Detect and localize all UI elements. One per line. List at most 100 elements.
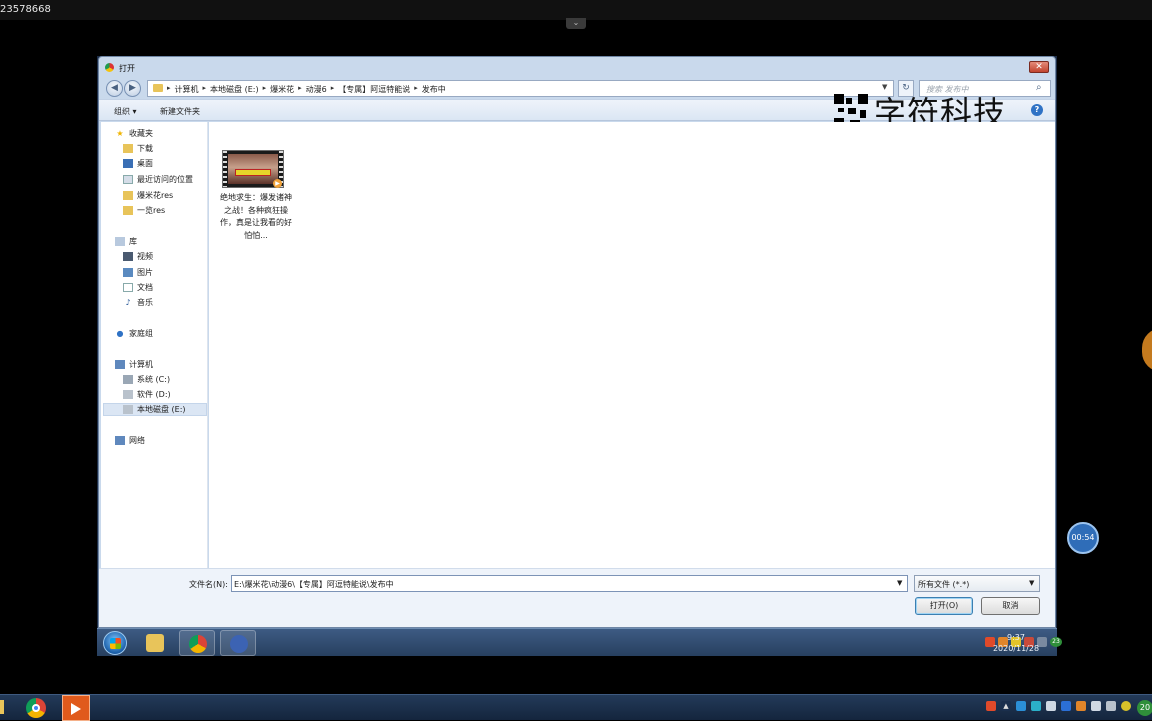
file-name-input[interactable]: E:\爆米花\动漫6\【专属】阿逗特能说\发布中 ▼ (231, 575, 908, 592)
expand-toolbar-icon[interactable]: ⌄ (566, 18, 586, 29)
tray-badge[interactable]: 23 (1050, 637, 1062, 647)
side-float-widget[interactable] (1142, 328, 1152, 372)
nav-desktop[interactable]: 桌面 (123, 157, 153, 170)
cancel-button[interactable]: 取消 (981, 597, 1040, 615)
nav-drive-e[interactable]: 本地磁盘 (E:) (103, 403, 207, 416)
explorer-icon (146, 634, 164, 652)
tray-app-icon[interactable] (1121, 701, 1131, 711)
file-name-value: E:\爆米花\动漫6\【专属】阿逗特能说\发布中 (234, 580, 394, 589)
clock-date: 2020/11/28 (992, 644, 1040, 653)
nav-computer[interactable]: 计算机 (115, 358, 153, 371)
nav-homegroup[interactable]: ● 家庭组 (115, 327, 154, 340)
nav-drive-e-label: 本地磁盘 (E:) (137, 405, 186, 414)
breadcrumb: ▸ 计算机 ▸ 本地磁盘 (E:) ▸ 爆米花 ▸ 动漫6 ▸ 【专属】阿逗特能… (167, 84, 446, 95)
folder-icon (153, 84, 163, 92)
help-icon[interactable]: ? (1031, 104, 1043, 116)
nav-libraries[interactable]: 库 (115, 235, 137, 248)
search-icon[interactable]: ⌕ (1036, 82, 1042, 93)
nav-recent[interactable]: 最近访问的位置 (123, 173, 193, 186)
tray-app-icon[interactable] (1091, 701, 1101, 711)
nav-yilan-res[interactable]: 一览res (123, 204, 165, 217)
homegroup-icon: ● (116, 329, 124, 338)
nav-pictures-label: 图片 (137, 268, 153, 277)
tray-expand-icon[interactable]: ▲ (1001, 701, 1011, 711)
nav-documents-label: 文档 (137, 283, 153, 292)
nav-pictures[interactable]: 图片 (123, 266, 153, 279)
network-icon (115, 436, 125, 445)
organize-menu[interactable]: 组织 ▾ (114, 106, 137, 117)
nav-videos-label: 视频 (137, 252, 153, 261)
sogou-input-icon[interactable] (986, 701, 996, 711)
documents-icon (123, 283, 133, 292)
address-bar[interactable]: ▸ 计算机 ▸ 本地磁盘 (E:) ▸ 爆米花 ▸ 动漫6 ▸ 【专属】阿逗特能… (147, 80, 894, 97)
breadcrumb-computer[interactable]: 计算机 (175, 84, 199, 95)
nav-drive-d[interactable]: 软件 (D:) (123, 388, 171, 401)
breadcrumb-popcorn[interactable]: 爆米花 (270, 84, 294, 95)
forward-button[interactable]: ▶ (124, 80, 141, 97)
taskbar-ub[interactable] (220, 630, 256, 656)
new-folder-button[interactable]: 新建文件夹 (160, 106, 200, 117)
nav-downloads-label: 下载 (137, 144, 153, 153)
nav-popcorn-res-label: 爆米花res (137, 191, 174, 200)
breadcrumb-drive-e[interactable]: 本地磁盘 (E:) (210, 84, 259, 95)
drive-e-icon (123, 405, 133, 414)
folder-icon (123, 191, 133, 200)
dialog-title: 打开 (119, 64, 135, 73)
chrome-icon[interactable] (26, 698, 46, 718)
dialog-title-bar[interactable]: 打开 ✕ (99, 57, 1055, 77)
folder-icon (123, 206, 133, 215)
file-type-select[interactable]: 所有文件 (*.*) ▼ (914, 575, 1040, 592)
volume-icon[interactable] (1106, 701, 1116, 711)
nav-documents[interactable]: 文档 (123, 281, 153, 294)
breadcrumb-exclusive[interactable]: 【专属】阿逗特能说 (338, 84, 410, 95)
desktop-icon (123, 159, 133, 168)
play-badge-icon: ▶ (273, 179, 282, 188)
nav-drive-c-label: 系统 (C:) (137, 375, 171, 384)
file-name-label: 绝地求生：爆发诸神之战！各种疯狂操作，真是让我看的好怕怕... (220, 193, 292, 240)
close-button[interactable]: ✕ (1029, 61, 1049, 73)
chrome-app-icon (105, 63, 114, 72)
nav-popcorn-res[interactable]: 爆米花res (123, 189, 173, 202)
remote-clock[interactable]: 9:37 2020/11/28 (987, 632, 1045, 654)
library-icon (115, 237, 125, 246)
tray-app-icon[interactable] (1031, 701, 1041, 711)
recent-places-icon (123, 175, 133, 184)
back-button[interactable]: ◀ (106, 80, 123, 97)
windows-logo-icon (110, 638, 121, 649)
tray-app-icon[interactable] (1076, 701, 1086, 711)
downloads-folder-icon (123, 144, 133, 153)
nav-favorites[interactable]: ★ 收藏夹 (115, 127, 153, 140)
clock-time: 9:37 (1007, 633, 1025, 642)
tray-app-icon[interactable] (1016, 701, 1026, 711)
taskbar-explorer[interactable] (137, 630, 173, 656)
nav-downloads[interactable]: 下载 (123, 142, 153, 155)
breadcrumb-publishing[interactable]: 发布中 (422, 84, 446, 95)
file-item[interactable]: ▶ 绝地求生：爆发诸神之战！各种疯狂操作，真是让我看的好怕怕... (217, 144, 305, 244)
local-clock-badge[interactable]: 20 (1137, 700, 1152, 716)
breadcrumb-anime6[interactable]: 动漫6 (306, 84, 327, 95)
nav-network-label: 网络 (129, 436, 145, 445)
start-button[interactable] (103, 631, 127, 655)
dialog-footer: 文件名(N): E:\爆米花\动漫6\【专属】阿逗特能说\发布中 ▼ 所有文件 … (99, 568, 1055, 627)
star-icon: ★ (116, 129, 124, 138)
nav-music-label: 音乐 (137, 298, 153, 307)
file-type-value: 所有文件 (*.*) (918, 580, 970, 589)
recording-timer[interactable]: 00:54 (1067, 522, 1099, 554)
remote-taskbar: 23 9:37 2020/11/28 (97, 628, 1062, 656)
nav-drive-c[interactable]: 系统 (C:) (123, 373, 170, 386)
tray-app-icon[interactable] (1061, 701, 1071, 711)
nav-network[interactable]: 网络 (115, 434, 145, 447)
file-name-dropdown-icon[interactable]: ▼ (897, 579, 902, 587)
taskbar-chrome[interactable] (179, 630, 215, 656)
nav-music[interactable]: ♪ 音乐 (123, 296, 153, 309)
nav-yilan-res-label: 一览res (137, 206, 166, 215)
open-button[interactable]: 打开(O) (915, 597, 973, 615)
nav-videos[interactable]: 视频 (123, 250, 153, 263)
chrome-icon (189, 635, 207, 653)
nav-desktop-label: 桌面 (137, 159, 153, 168)
screen-recorder-icon[interactable] (62, 695, 90, 721)
tray-app-icon[interactable] (1046, 701, 1056, 711)
nav-recent-label: 最近访问的位置 (137, 175, 193, 184)
file-name-field-label: 文件名(N): (189, 580, 228, 589)
nav-libraries-label: 库 (129, 237, 137, 246)
